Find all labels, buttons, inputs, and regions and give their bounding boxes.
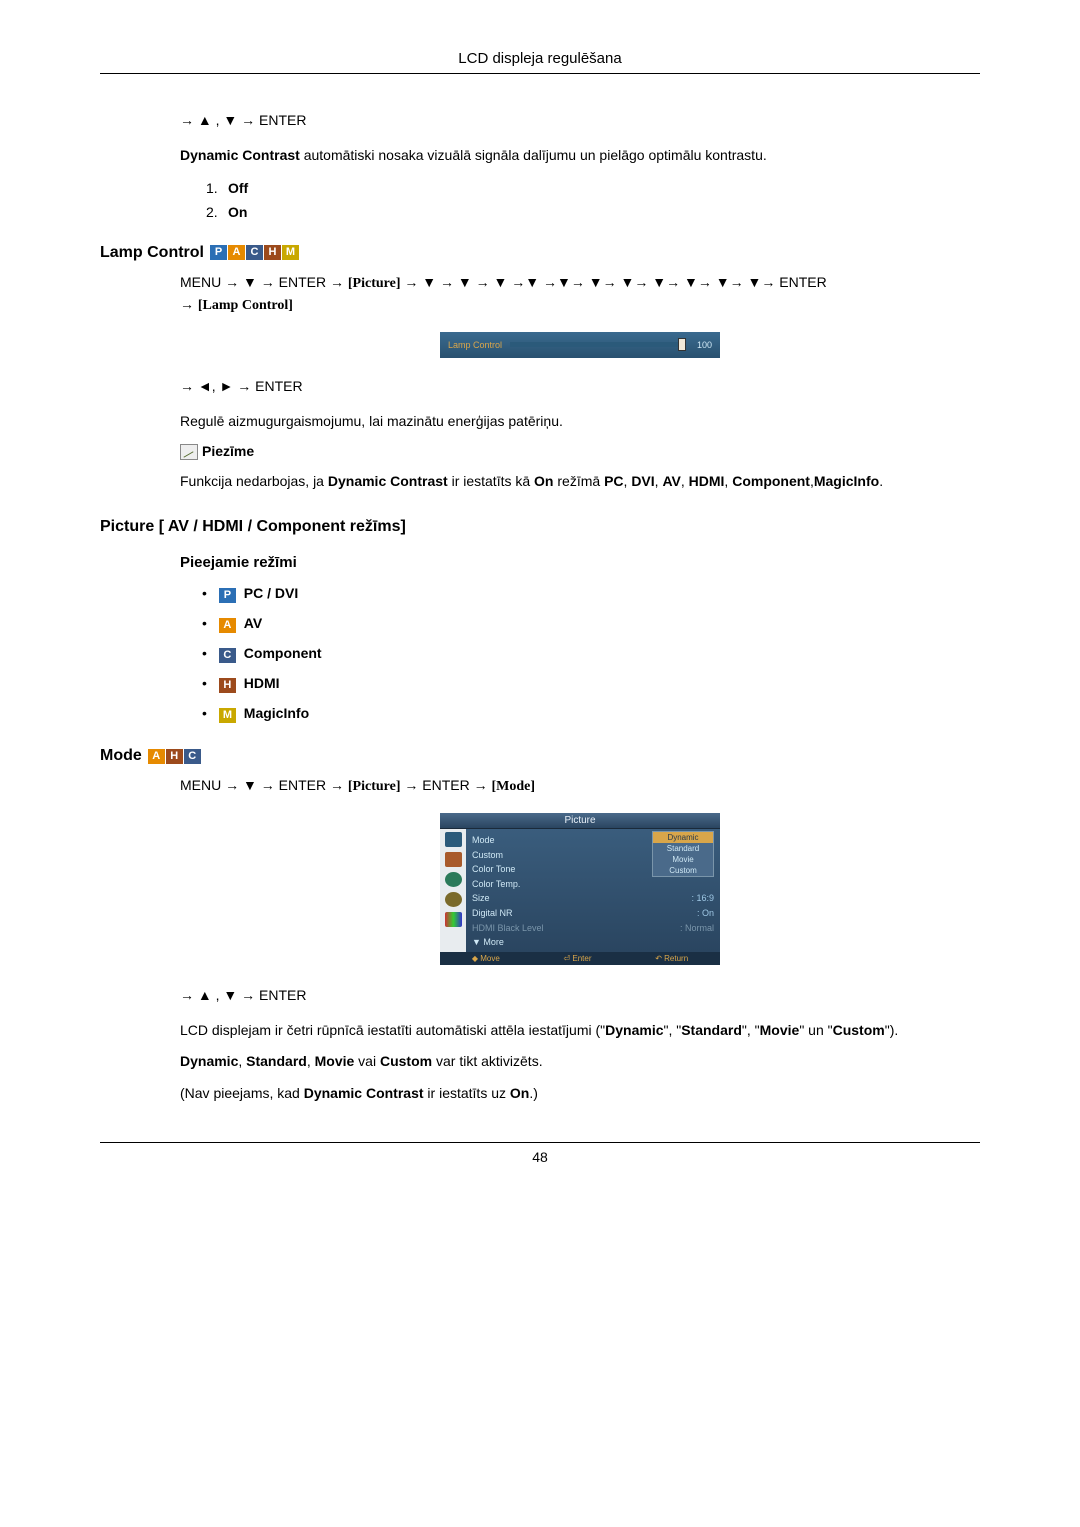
osd-sound-icon[interactable] bbox=[445, 852, 462, 867]
mode-para-1: LCD displejam ir četri rūpnīcā iestatīti… bbox=[180, 1021, 980, 1041]
badge-c-icon: C bbox=[219, 648, 236, 663]
badge-h-icon: H bbox=[219, 678, 236, 693]
osd-menu-list: Mode Custom Color Tone Color Temp. Size:… bbox=[466, 829, 720, 952]
lamp-control-heading: Lamp Control P A C H M bbox=[100, 244, 980, 262]
osd-menu: Picture Mode Custom Color Tone Color Tem… bbox=[440, 813, 720, 965]
osd-dd-standard[interactable]: Standard bbox=[653, 843, 713, 854]
note-icon bbox=[180, 444, 198, 460]
mode-item-component: C Component bbox=[202, 645, 980, 663]
available-modes-list: P PC / DVI A AV C Component H HDMI M Mag… bbox=[180, 585, 980, 723]
mode-title: Mode bbox=[100, 747, 142, 765]
badge-p-icon: P bbox=[210, 245, 227, 260]
dc-option-1: 1.Off bbox=[200, 180, 980, 196]
picture-section-heading: Picture [ AV / HDMI / Component režīms] bbox=[100, 518, 980, 536]
osd-foot-return: ↶ Return bbox=[655, 954, 688, 963]
mode-para-3: (Nav pieejams, kad Dynamic Contrast ir i… bbox=[180, 1084, 980, 1104]
mode-item-magicinfo: M MagicInfo bbox=[202, 705, 980, 723]
lc-nav-after: → ◄, ► → ENTER bbox=[180, 378, 980, 394]
osd-picture-icon[interactable] bbox=[445, 832, 462, 847]
dc-desc-rest: automātiski nosaka vizuālā signāla dalīj… bbox=[300, 147, 767, 163]
lc-desc: Regulē aizmugurgaismojumu, lai mazinātu … bbox=[180, 412, 980, 432]
lc-nav-2: → [Lamp Control] bbox=[180, 296, 980, 314]
mode-badges: A H C bbox=[148, 749, 201, 764]
dc-option-2: 2.On bbox=[200, 204, 980, 220]
osd-title: Picture bbox=[440, 813, 720, 829]
lc-slider-track[interactable] bbox=[510, 342, 682, 347]
badge-a-icon: A bbox=[148, 749, 165, 764]
osd-footer: ◆ Move ⏎ Enter ↶ Return bbox=[440, 952, 720, 965]
osd-dd-dynamic[interactable]: Dynamic bbox=[653, 832, 713, 843]
badge-h-icon: H bbox=[166, 749, 183, 764]
lc-note-text: Funkcija nedarbojas, ja Dynamic Contrast… bbox=[180, 472, 980, 492]
osd-dd-movie[interactable]: Movie bbox=[653, 854, 713, 865]
osd-icon-column bbox=[440, 829, 466, 952]
mode-para-2: Dynamic, Standard, Movie vai Custom var … bbox=[180, 1052, 980, 1072]
mode-nav: MENU → ▼ → ENTER → [Picture] → ENTER → [… bbox=[180, 777, 980, 795]
osd-foot-move: ◆ Move bbox=[472, 954, 500, 963]
lc-slider-label: Lamp Control bbox=[448, 340, 502, 350]
dc-desc: Dynamic Contrast automātiski nosaka vizu… bbox=[180, 146, 980, 166]
lamp-control-title: Lamp Control bbox=[100, 244, 204, 262]
badge-h-icon: H bbox=[264, 245, 281, 260]
lc-slider-value: 100 bbox=[690, 340, 712, 350]
picture-section-body: Pieejamie režīmi P PC / DVI A AV C Compo… bbox=[100, 554, 980, 723]
badge-p-icon: P bbox=[219, 588, 236, 603]
badge-m-icon: M bbox=[219, 708, 236, 723]
mode-item-av: A AV bbox=[202, 615, 980, 633]
badge-c-icon: C bbox=[246, 245, 263, 260]
page-header: LCD displeja regulēšana bbox=[100, 50, 980, 74]
badge-m-icon: M bbox=[282, 245, 299, 260]
note-label: Piezīme bbox=[202, 443, 254, 459]
osd-mode-dropdown: Dynamic Standard Movie Custom bbox=[652, 831, 714, 877]
osd-option-icon[interactable] bbox=[445, 892, 462, 907]
lc-slider-thumb[interactable] bbox=[678, 338, 686, 351]
mode-body: MENU → ▼ → ENTER → [Picture] → ENTER → [… bbox=[100, 777, 980, 1104]
lc-slider-fill bbox=[510, 342, 682, 347]
osd-body: Mode Custom Color Tone Color Temp. Size:… bbox=[440, 829, 720, 952]
lamp-control-badges: P A C H M bbox=[210, 245, 299, 260]
page-number: 48 bbox=[532, 1149, 548, 1165]
dc-nav: → ▲ , ▼ → ENTER bbox=[180, 112, 980, 128]
badge-c-icon: C bbox=[184, 749, 201, 764]
osd-row-digitalnr[interactable]: Digital NR: On bbox=[472, 906, 714, 921]
osd-setup-icon[interactable] bbox=[445, 872, 462, 887]
osd-multi-icon[interactable] bbox=[445, 912, 462, 927]
dynamic-contrast-block: → ▲ , ▼ → ENTER Dynamic Contrast automāt… bbox=[100, 112, 980, 220]
available-modes-heading: Pieejamie režīmi bbox=[180, 554, 980, 571]
lc-note: Piezīme bbox=[180, 443, 980, 460]
osd-row-more[interactable]: ▼ More bbox=[472, 935, 714, 950]
osd-row-hdmiblack: HDMI Black Level: Normal bbox=[472, 921, 714, 936]
dc-desc-bold: Dynamic Contrast bbox=[180, 147, 300, 163]
lamp-control-body: MENU → ▼ → ENTER → [Picture] → ▼ → ▼ → ▼… bbox=[100, 274, 980, 492]
header-title: LCD displeja regulēšana bbox=[458, 50, 621, 67]
badge-a-icon: A bbox=[228, 245, 245, 260]
mode-item-hdmi: H HDMI bbox=[202, 675, 980, 693]
lamp-control-slider-ui: Lamp Control 100 bbox=[440, 332, 720, 358]
dc-options: 1.Off 2.On bbox=[180, 180, 980, 220]
mode-nav-after: → ▲ , ▼ → ENTER bbox=[180, 987, 980, 1003]
osd-dd-custom[interactable]: Custom bbox=[653, 865, 713, 876]
badge-a-icon: A bbox=[219, 618, 236, 633]
mode-item-pc: P PC / DVI bbox=[202, 585, 980, 603]
osd-row-colortemp[interactable]: Color Temp. bbox=[472, 877, 714, 892]
osd-row-size[interactable]: Size: 16:9 bbox=[472, 891, 714, 906]
page-footer: 48 bbox=[100, 1142, 980, 1165]
mode-heading: Mode A H C bbox=[100, 747, 980, 765]
lc-nav-1: MENU → ▼ → ENTER → [Picture] → ▼ → ▼ → ▼… bbox=[180, 274, 980, 292]
osd-foot-enter: ⏎ Enter bbox=[563, 954, 591, 963]
